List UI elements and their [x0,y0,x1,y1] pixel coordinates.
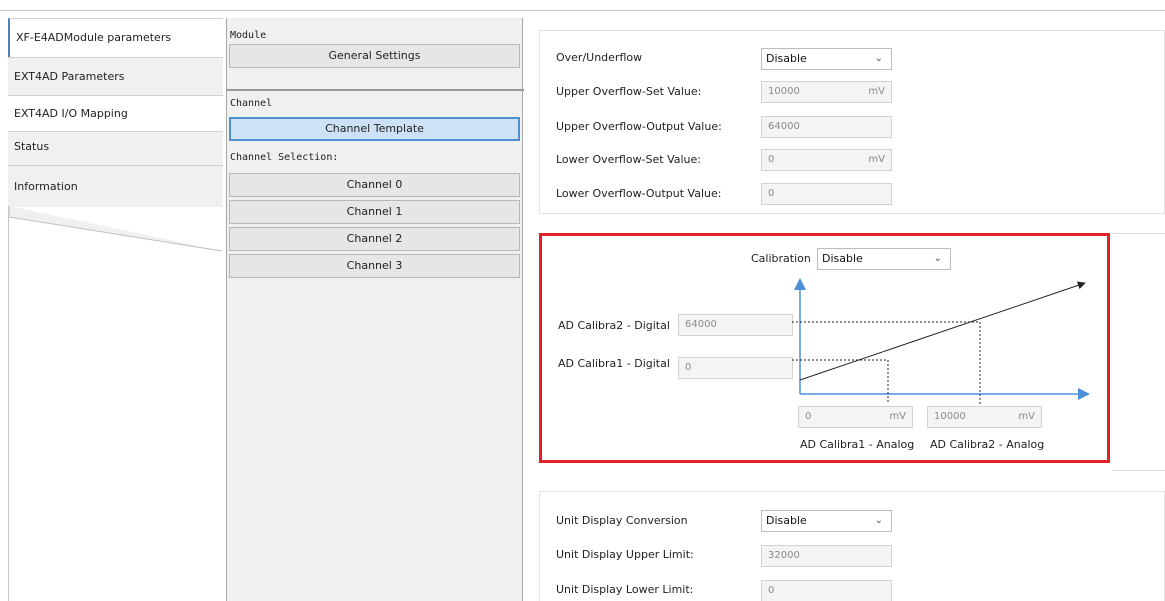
calibra1-digital-label: AD Calibra1 - Digital [558,357,670,370]
calibration-panel-edge [1112,233,1165,471]
tab-module-parameters[interactable]: XF-E4ADModule parameters [8,18,223,57]
section-divider [227,89,524,91]
tab-label: EXT4AD I/O Mapping [14,107,128,120]
unit-label: mV [889,411,906,422]
channel-2-button[interactable]: Channel 2 [229,227,520,251]
field-value: 32000 [768,550,800,561]
over-underflow-label: Over/Underflow [556,51,643,64]
tab-label: Status [14,140,50,153]
tab-ext4ad-io-mapping[interactable]: EXT4AD I/O Mapping [8,95,223,131]
unit-label: mV [1018,411,1035,422]
calibra2-digital-field[interactable]: 64000 [678,314,793,336]
left-border-line [8,206,9,601]
top-divider [0,10,1165,11]
field-value: 0 [768,188,775,199]
field-value: 10000 [934,411,966,422]
tab-label: EXT4AD Parameters [14,70,125,83]
field-value: 0 [685,362,692,373]
upper-overflow-set-field[interactable]: 10000 mV [761,81,892,103]
channel-template-button[interactable]: Channel Template [229,117,520,141]
calibration-line [799,281,1086,381]
channel-3-button[interactable]: Channel 3 [229,254,520,278]
dropdown-value: Disable [766,52,807,65]
dropdown-value: Disable [766,514,807,527]
lower-overflow-set-field[interactable]: 0 mV [761,149,892,171]
tab-status[interactable]: Status [8,131,223,165]
dropdown-value: Disable [822,252,863,265]
upper-overflow-set-label: Upper Overflow-Set Value: [556,85,702,98]
tab-label: XF-E4ADModule parameters [16,31,172,44]
field-value: 0 [768,585,775,596]
channel-0-button[interactable]: Channel 0 [229,173,520,197]
calibration-panel-highlight: Calibration Disable ⌄ AD Calibra2 - Digi… [539,233,1110,463]
tab-fold-decoration [8,206,223,252]
lower-overflow-output-field[interactable]: 0 [761,183,892,205]
calibration-dropdown[interactable]: Disable ⌄ [817,248,951,270]
module-section-label: Module [230,30,267,41]
calibra1-analog-label: AD Calibra1 - Analog [800,438,915,451]
left-tab-list: XF-E4ADModule parameters EXT4AD Paramete… [8,18,223,601]
calibra1-analog-field[interactable]: 0 mV [798,406,913,428]
channel-section-label: Channel [230,98,273,109]
field-value: 64000 [768,121,800,132]
calibra2-analog-field[interactable]: 10000 mV [927,406,1042,428]
channel-selection-label: Channel Selection: [230,152,339,163]
calibration-graph [792,278,1090,404]
channel-1-button[interactable]: Channel 1 [229,200,520,224]
lower-overflow-set-label: Lower Overflow-Set Value: [556,153,702,166]
unit-display-lower-label: Unit Display Lower Limit: [556,583,694,596]
unit-display-conversion-label: Unit Display Conversion [556,514,688,527]
unit-label: mV [868,154,885,165]
chevron-down-icon: ⌄ [874,515,883,526]
calibra1-digital-field[interactable]: 0 [678,357,793,379]
channel-nav-panel: Module General Settings Channel Channel … [226,18,524,601]
unit-display-upper-label: Unit Display Upper Limit: [556,548,694,561]
general-settings-button[interactable]: General Settings [229,44,520,68]
unit-display-panel: Unit Display Conversion Disable ⌄ Unit D… [539,491,1165,601]
field-value: 0 [768,154,775,165]
overflow-panel: Over/Underflow Disable ⌄ Upper Overflow-… [539,30,1165,214]
unit-display-lower-field[interactable]: 0 [761,580,892,601]
field-value: 64000 [685,319,717,330]
chevron-down-icon: ⌄ [874,53,883,64]
field-value: 0 [805,411,812,422]
unit-display-upper-field[interactable]: 32000 [761,545,892,567]
field-value: 10000 [768,86,800,97]
tab-ext4ad-parameters[interactable]: EXT4AD Parameters [8,57,223,95]
upper-overflow-output-label: Upper Overflow-Output Value: [556,120,722,133]
calibra2-analog-label: AD Calibra2 - Analog [930,438,1045,451]
calibration-label: Calibration [751,252,811,265]
chevron-down-icon: ⌄ [933,253,942,264]
over-underflow-dropdown[interactable]: Disable ⌄ [761,48,892,70]
app-root: XF-E4ADModule parameters EXT4AD Paramete… [0,0,1165,601]
unit-label: mV [868,86,885,97]
upper-overflow-output-field[interactable]: 64000 [761,116,892,138]
calibra2-digital-label: AD Calibra2 - Digital [558,319,670,332]
lower-overflow-output-label: Lower Overflow-Output Value: [556,187,722,200]
unit-display-conversion-dropdown[interactable]: Disable ⌄ [761,510,892,532]
